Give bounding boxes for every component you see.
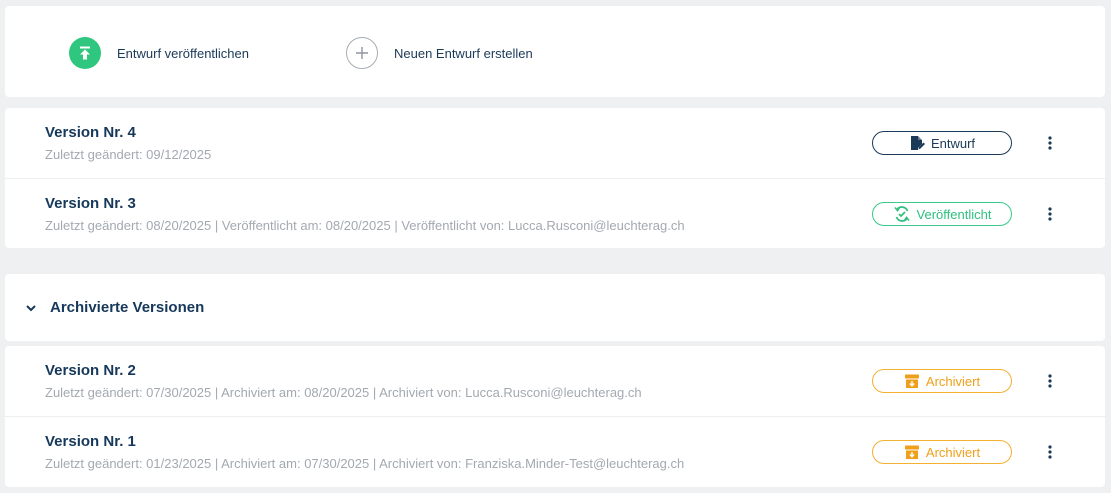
status-badge-label: Veröffentlicht	[916, 206, 992, 222]
version-title: Version Nr. 1	[45, 433, 136, 450]
status-badge-label: Archiviert	[925, 373, 981, 389]
archive-box-icon	[904, 445, 919, 459]
status-badge-label: Entwurf	[930, 135, 976, 151]
edit-document-icon	[910, 136, 925, 150]
version-row[interactable]: Version Nr. 2 Zuletzt geändert: 07/30/20…	[5, 346, 1105, 416]
status-badge-archived: Archiviert	[872, 440, 1012, 464]
publish-draft-button[interactable]: Entwurf veröffentlichen	[69, 36, 249, 70]
archived-versions-toggle[interactable]: Archivierte Versionen	[5, 274, 1105, 341]
kebab-menu-icon	[1048, 374, 1052, 388]
upload-arrow-icon	[69, 37, 101, 69]
publish-draft-label: Entwurf veröffentlichen	[117, 45, 249, 61]
new-draft-label: Neuen Entwurf erstellen	[394, 45, 533, 61]
version-meta: Zuletzt geändert: 01/23/2025 | Archivier…	[45, 456, 685, 471]
more-options-button[interactable]	[1041, 371, 1059, 391]
version-row[interactable]: Version Nr. 3 Zuletzt geändert: 08/20/20…	[5, 178, 1105, 248]
toolbar: Entwurf veröffentlichen Neuen Entwurf er…	[5, 6, 1105, 97]
kebab-menu-icon	[1048, 136, 1052, 150]
version-meta: Zuletzt geändert: 07/30/2025 | Archivier…	[45, 385, 642, 400]
version-meta: Zuletzt geändert: 08/20/2025 | Veröffent…	[45, 218, 685, 233]
more-options-button[interactable]	[1041, 133, 1059, 153]
version-title: Version Nr. 4	[45, 124, 136, 141]
archived-versions-title: Archivierte Versionen	[50, 299, 205, 316]
archived-versions-list: Version Nr. 2 Zuletzt geändert: 07/30/20…	[5, 346, 1105, 487]
plus-icon	[346, 37, 378, 69]
more-options-button[interactable]	[1041, 442, 1059, 462]
refresh-check-icon	[893, 206, 910, 222]
version-row[interactable]: Version Nr. 4 Zuletzt geändert: 09/12/20…	[5, 108, 1105, 178]
chevron-down-icon	[25, 301, 37, 319]
new-draft-button[interactable]: Neuen Entwurf erstellen	[346, 36, 533, 70]
more-options-button[interactable]	[1041, 204, 1059, 224]
status-badge-label: Archiviert	[925, 444, 981, 460]
archive-box-icon	[904, 374, 919, 388]
version-title: Version Nr. 3	[45, 195, 136, 212]
version-meta: Zuletzt geändert: 09/12/2025	[45, 147, 212, 162]
status-badge-published: Veröffentlicht	[872, 202, 1012, 226]
active-versions-list: Version Nr. 4 Zuletzt geändert: 09/12/20…	[5, 108, 1105, 248]
version-title: Version Nr. 2	[45, 362, 136, 379]
status-badge-draft: Entwurf	[872, 131, 1012, 155]
kebab-menu-icon	[1048, 445, 1052, 459]
kebab-menu-icon	[1048, 207, 1052, 221]
version-row[interactable]: Version Nr. 1 Zuletzt geändert: 01/23/20…	[5, 416, 1105, 486]
status-badge-archived: Archiviert	[872, 369, 1012, 393]
